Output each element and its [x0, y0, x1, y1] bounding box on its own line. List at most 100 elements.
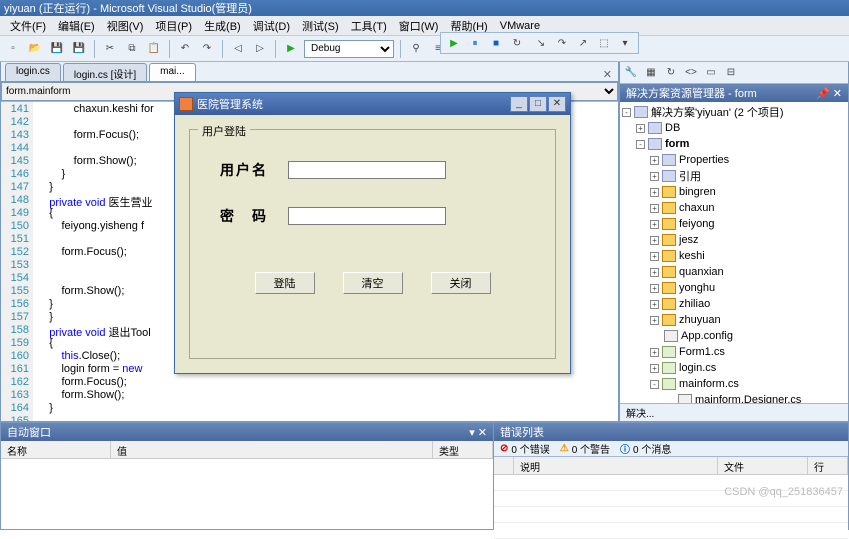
pin-icon[interactable]: 📌 ✕ — [816, 87, 842, 100]
menu-debug[interactable]: 调试(D) — [253, 18, 290, 34]
solution-toolbar: 🔧 ▦ ↻ <> ▭ ⊟ — [620, 62, 848, 84]
undo-icon[interactable]: ↶ — [176, 40, 194, 58]
tree-node[interactable]: mainform.Designer.cs — [622, 392, 846, 403]
save-all-icon[interactable]: 💾 — [70, 40, 88, 58]
solution-tab[interactable]: 解决... — [620, 403, 848, 421]
menu-test[interactable]: 测试(S) — [302, 18, 339, 34]
password-input[interactable] — [288, 207, 446, 225]
show-all-icon[interactable]: ▦ — [642, 64, 660, 82]
menu-window[interactable]: 窗口(W) — [399, 18, 439, 34]
standard-toolbar: ▫ 📂 💾 💾 ✂ ⧉ 📋 ↶ ↷ ◁ ▷ ▶ Debug ⚲ ≡ ≢ ⚑ ▭ … — [0, 36, 849, 62]
login-groupbox: 用户登陆 用户名 密 码 登陆 清空 关闭 — [189, 129, 556, 359]
tree-node[interactable]: +DB — [622, 120, 846, 136]
new-project-icon[interactable]: ▫ — [4, 40, 22, 58]
tree-node[interactable]: +Form1.cs — [622, 344, 846, 360]
filter-warnings[interactable]: ⚠0 个警告 — [560, 441, 610, 456]
cut-icon[interactable]: ✂ — [101, 40, 119, 58]
filter-errors[interactable]: ⊘0 个错误 — [500, 441, 550, 456]
menu-tools[interactable]: 工具(T) — [351, 18, 387, 34]
step-over-icon[interactable]: ↷ — [553, 34, 571, 52]
start-icon[interactable]: ▶ — [282, 40, 300, 58]
line-gutter: 1411421431441451461471481491501511521531… — [1, 102, 33, 421]
tab-mainform[interactable]: mai... — [149, 63, 195, 81]
menu-project[interactable]: 项目(P) — [155, 18, 192, 34]
autos-title: 自动窗口 ▾ ✕ — [1, 423, 493, 441]
tree-node[interactable]: +yonghu — [622, 280, 846, 296]
solution-title: 解决方案资源管理器 - form 📌 ✕ — [620, 84, 848, 102]
redo-icon[interactable]: ↷ — [198, 40, 216, 58]
find-icon[interactable]: ⚲ — [407, 40, 425, 58]
watermark: CSDN @qq_251836457 — [724, 486, 843, 498]
tree-node[interactable]: +keshi — [622, 248, 846, 264]
login-dialog: 医院管理系统 _ □ ✕ 用户登陆 用户名 密 码 登陆 清空 关闭 — [174, 92, 571, 374]
tree-node[interactable]: +引用 — [622, 168, 846, 184]
app-icon — [179, 97, 193, 111]
errlist-grid[interactable] — [494, 475, 848, 539]
tree-node[interactable]: App.config — [622, 328, 846, 344]
tree-node[interactable]: +feiyong — [622, 216, 846, 232]
menu-vmware[interactable]: VMware — [500, 20, 540, 32]
tree-node[interactable]: +zhuyuan — [622, 312, 846, 328]
dialog-title: 医院管理系统 — [197, 96, 263, 112]
autos-pin-icon[interactable]: ▾ ✕ — [469, 426, 487, 439]
menu-view[interactable]: 视图(V) — [107, 18, 144, 34]
tree-node[interactable]: +Properties — [622, 152, 846, 168]
autos-grid[interactable] — [1, 459, 493, 529]
dialog-titlebar[interactable]: 医院管理系统 _ □ ✕ — [175, 93, 570, 115]
autos-header: 名称 值 类型 — [1, 441, 493, 459]
errlist-header: 说明 文件 行 — [494, 457, 848, 475]
dropdown-icon[interactable]: ▾ — [616, 34, 634, 52]
filter-messages[interactable]: ⓘ0 个消息 — [620, 441, 671, 456]
username-input[interactable] — [288, 161, 446, 179]
tree-node[interactable]: +zhiliao — [622, 296, 846, 312]
tree-node[interactable]: +jesz — [622, 232, 846, 248]
config-combo[interactable]: Debug — [304, 40, 394, 58]
step-out-icon[interactable]: ↗ — [574, 34, 592, 52]
error-filters: ⊘0 个错误 ⚠0 个警告 ⓘ0 个消息 — [494, 441, 848, 457]
clear-button[interactable]: 清空 — [343, 272, 403, 294]
paste-icon[interactable]: 📋 — [145, 40, 163, 58]
tab-login-design[interactable]: login.cs [设计] — [63, 63, 147, 81]
nav-back-icon[interactable]: ◁ — [229, 40, 247, 58]
pause-icon[interactable]: ⏸ — [466, 34, 484, 52]
app-titlebar: yiyuan (正在运行) - Microsoft Visual Studio(… — [0, 0, 849, 16]
nav-fwd-icon[interactable]: ▷ — [251, 40, 269, 58]
maximize-icon[interactable]: □ — [529, 96, 547, 112]
view-code-icon[interactable]: <> — [682, 64, 700, 82]
restart-icon[interactable]: ↻ — [508, 34, 526, 52]
tree-node[interactable]: -form — [622, 136, 846, 152]
solution-tree[interactable]: -解决方案'yiyuan' (2 个项目)+DB-form+Properties… — [620, 102, 848, 403]
menu-build[interactable]: 生成(B) — [204, 18, 241, 34]
username-label: 用户名 — [220, 160, 274, 180]
copy-icon[interactable]: ⧉ — [123, 40, 141, 58]
tab-login-cs[interactable]: login.cs — [5, 63, 61, 81]
view-designer-icon[interactable]: ▭ — [702, 64, 720, 82]
continue-icon[interactable]: ▶ — [445, 34, 463, 52]
tree-node[interactable]: +bingren — [622, 184, 846, 200]
tree-node[interactable]: +login.cs — [622, 360, 846, 376]
minimize-icon[interactable]: _ — [510, 96, 528, 112]
close-button[interactable]: 关闭 — [431, 272, 491, 294]
tree-node[interactable]: -mainform.cs — [622, 376, 846, 392]
collapse-icon[interactable]: ⊟ — [722, 64, 740, 82]
refresh-icon[interactable]: ↻ — [662, 64, 680, 82]
error-list-window: 错误列表 ⊘0 个错误 ⚠0 个警告 ⓘ0 个消息 说明 文件 行 — [494, 422, 849, 530]
tree-node[interactable]: +quanxian — [622, 264, 846, 280]
open-icon[interactable]: 📂 — [26, 40, 44, 58]
app-title: yiyuan (正在运行) - Microsoft Visual Studio(… — [4, 0, 252, 16]
save-icon[interactable]: 💾 — [48, 40, 66, 58]
tree-node[interactable]: +chaxun — [622, 200, 846, 216]
stop-icon[interactable]: ■ — [487, 34, 505, 52]
debug-toolbar: ▶ ⏸ ■ ↻ ↘ ↷ ↗ ⬚ ▾ — [440, 32, 639, 54]
groupbox-legend: 用户登陆 — [198, 123, 250, 139]
login-button[interactable]: 登陆 — [255, 272, 315, 294]
errlist-title: 错误列表 — [494, 423, 848, 441]
menu-edit[interactable]: 编辑(E) — [58, 18, 95, 34]
close-icon[interactable]: ✕ — [548, 96, 566, 112]
step-into-icon[interactable]: ↘ — [532, 34, 550, 52]
hex-icon[interactable]: ⬚ — [595, 34, 613, 52]
tab-close-icon[interactable]: ✕ — [597, 68, 618, 81]
menu-file[interactable]: 文件(F) — [10, 18, 46, 34]
password-label: 密 码 — [220, 206, 274, 226]
props-icon[interactable]: 🔧 — [622, 64, 640, 82]
